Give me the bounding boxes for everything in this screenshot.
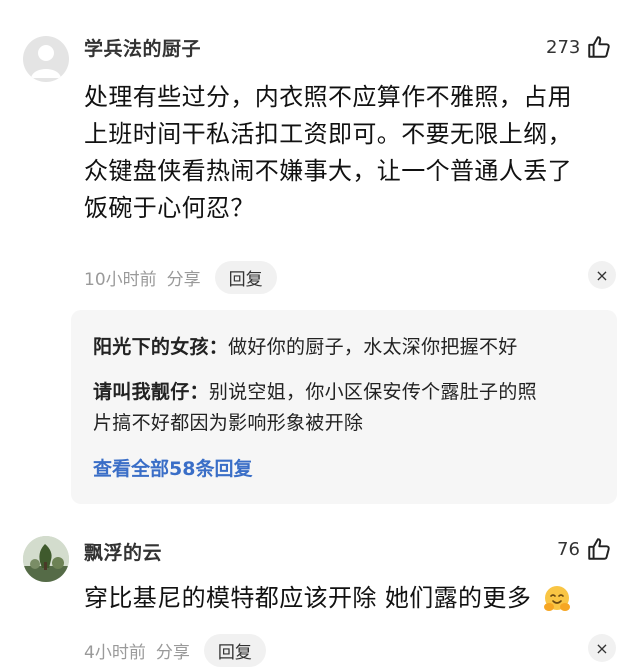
landscape-avatar-icon — [23, 536, 69, 582]
view-all-replies-link[interactable]: 查看全部58条回复 — [93, 454, 252, 481]
avatar[interactable] — [23, 36, 69, 82]
sub-reply-author[interactable]: 阳光下的女孩： — [93, 336, 228, 358]
comment-meta: 4小时前 分享 回复 — [84, 634, 266, 667]
comment-text: 穿比基尼的模特都应该开除 她们露的更多 — [84, 580, 624, 617]
comment-meta: 10小时前 分享 回复 — [84, 261, 277, 294]
sub-reply[interactable]: 请叫我靓仔：别说空姐，你小区保安传个露肚子的照 片搞不好都因为影响形象被开除 — [93, 377, 603, 439]
reply-button[interactable]: 回复 — [214, 261, 277, 294]
avatar[interactable] — [23, 536, 69, 582]
sub-reply[interactable]: 阳光下的女孩：做好你的厨子，水太深你把握不好 — [93, 332, 603, 363]
timestamp: 4小时前 — [84, 643, 146, 663]
default-avatar-icon — [31, 45, 61, 78]
like-count: 76 — [557, 538, 580, 560]
sub-reply-author[interactable]: 请叫我靓仔： — [93, 381, 209, 403]
sub-reply-text: 片搞不好都因为影响形象被开除 — [93, 412, 364, 434]
comment-text: 处理有些过分，内衣照不应算作不雅照，占用 上班时间干私活扣工资即可。不要无限上纲… — [84, 83, 572, 222]
reply-button[interactable]: 回复 — [203, 634, 266, 667]
close-icon[interactable]: × — [588, 261, 616, 289]
sub-reply-text: 别说空姐，你小区保安传个露肚子的照 — [208, 381, 537, 403]
thumbs-up-icon — [588, 36, 611, 58]
username[interactable]: 飘浮的云 — [84, 538, 162, 565]
hugging-face-emoji-icon — [544, 585, 571, 611]
share-link[interactable]: 分享 — [167, 265, 201, 290]
sub-reply-text: 做好你的厨子，水太深你把握不好 — [228, 336, 518, 358]
like-button[interactable]: 273 — [546, 34, 612, 60]
like-button[interactable]: 76 — [557, 536, 612, 562]
thumbs-up-icon — [588, 538, 610, 560]
reply-box: 阳光下的女孩：做好你的厨子，水太深你把握不好 请叫我靓仔：别说空姐，你小区保安传… — [71, 310, 617, 504]
username[interactable]: 学兵法的厨子 — [84, 34, 201, 61]
like-count: 273 — [546, 36, 581, 58]
timestamp: 10小时前 — [84, 270, 157, 290]
share-link[interactable]: 分享 — [156, 638, 190, 663]
close-icon[interactable]: × — [588, 634, 616, 662]
